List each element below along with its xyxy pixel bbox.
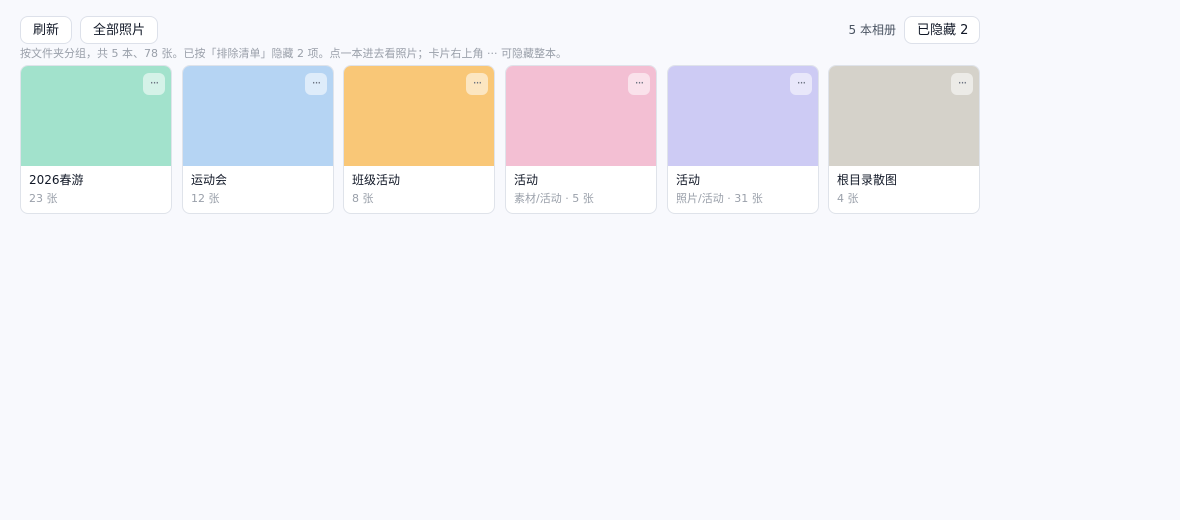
album-card[interactable]: ··· 活动 素材/活动 · 5 张 <box>505 65 657 214</box>
more-icon[interactable]: ··· <box>466 73 488 95</box>
album-card[interactable]: ··· 2026春游 23 张 <box>20 65 172 214</box>
album-card[interactable]: ··· 根目录散图 4 张 <box>828 65 980 214</box>
more-icon[interactable]: ··· <box>628 73 650 95</box>
album-photo-count: 8 张 <box>352 192 374 205</box>
more-icon[interactable]: ··· <box>790 73 812 95</box>
hint-text: 按文件夹分组，共 5 本、78 张。已按「排除清单」隐藏 2 项。点一本进去看照… <box>20 47 567 60</box>
album-photo-count: 4 张 <box>837 192 859 205</box>
album-title: 2026春游 <box>29 173 84 187</box>
more-icon[interactable]: ··· <box>951 73 973 95</box>
album-title: 根目录散图 <box>837 173 898 187</box>
more-icon[interactable]: ··· <box>143 73 165 95</box>
album-card[interactable]: ··· 班级活动 8 张 <box>343 65 495 214</box>
album-photo-count: 照片/活动 · 31 张 <box>676 192 763 205</box>
album-grid: ··· 2026春游 23 张 ··· 运动会 12 张 ··· 班级活动 8 … <box>20 65 980 214</box>
hidden-albums-button[interactable]: 已隐藏 2 <box>904 16 980 44</box>
more-icon[interactable]: ··· <box>305 73 327 95</box>
album-title: 运动会 <box>191 173 228 187</box>
refresh-button[interactable]: 刷新 <box>20 16 72 44</box>
album-photo-count: 素材/活动 · 5 张 <box>514 192 594 205</box>
album-title: 活动 <box>676 173 701 187</box>
album-title: 活动 <box>514 173 539 187</box>
album-photo-count: 12 张 <box>191 192 220 205</box>
toolbar: 刷新 全部照片 5 本相册 已隐藏 2 <box>20 16 980 46</box>
album-photo-count: 23 张 <box>29 192 58 205</box>
album-card[interactable]: ··· 活动 照片/活动 · 31 张 <box>667 65 819 214</box>
album-count: 5 本相册 <box>848 23 896 37</box>
album-title: 班级活动 <box>352 173 401 187</box>
album-card[interactable]: ··· 运动会 12 张 <box>182 65 334 214</box>
all-photos-button[interactable]: 全部照片 <box>80 16 158 44</box>
